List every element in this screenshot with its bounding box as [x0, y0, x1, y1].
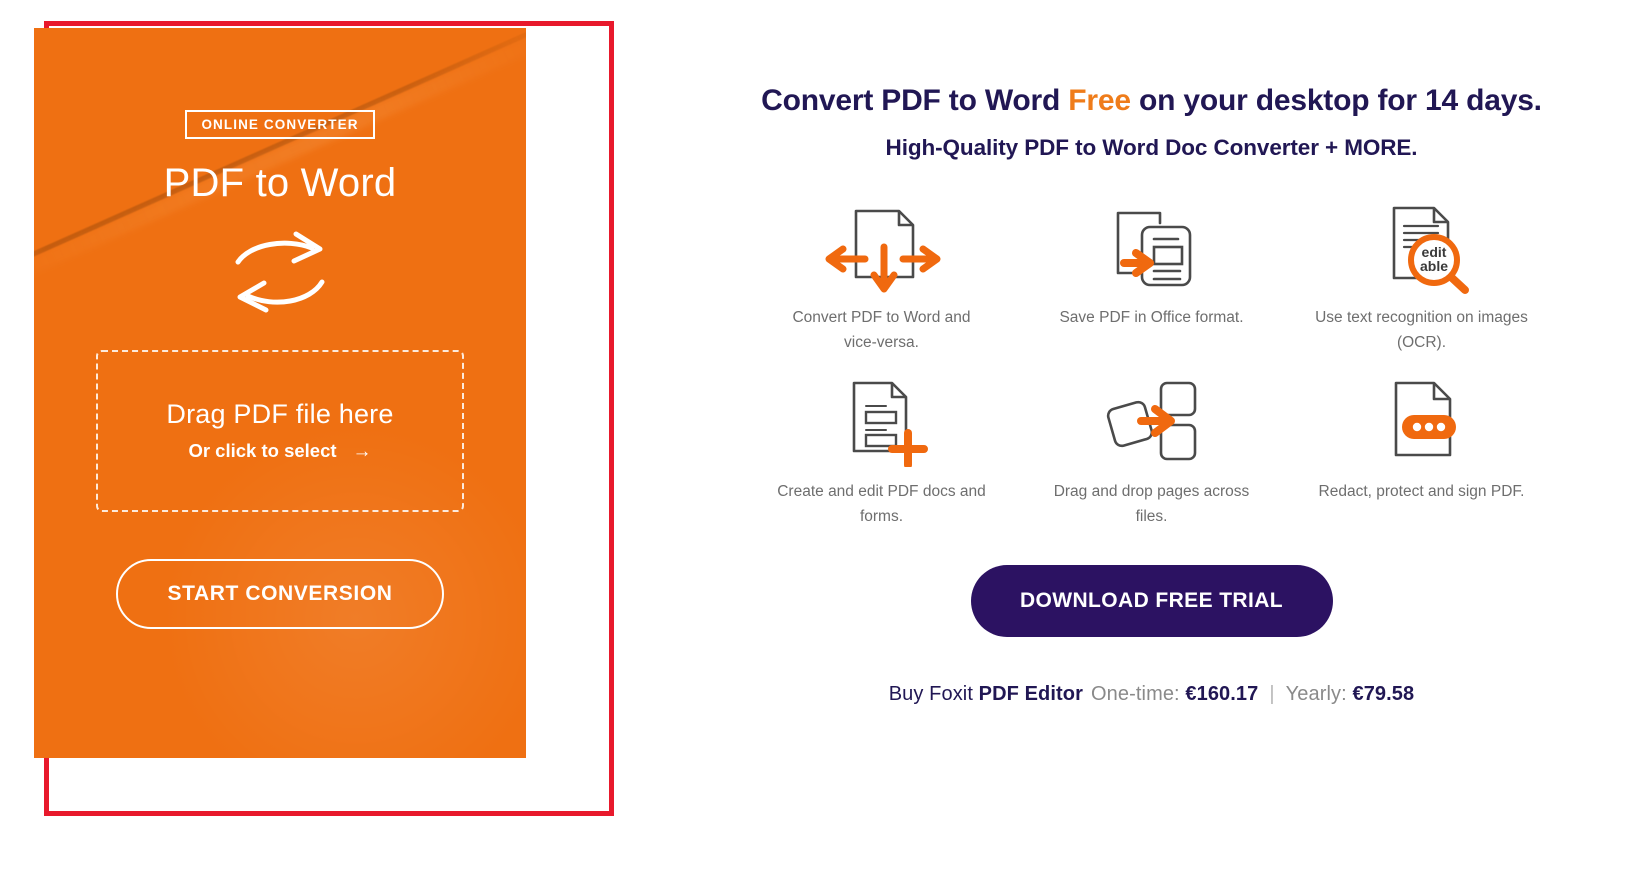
create-edit-pdf-plus-icon — [828, 373, 936, 469]
save-office-format-icon — [1098, 199, 1206, 295]
pricing-line: Buy Foxit PDF Editor One-time: €160.17 | Ye… — [660, 683, 1643, 706]
dropzone-select-label: Or click to select — [188, 440, 337, 461]
dropzone-select-link[interactable]: Or click to select → — [188, 440, 371, 462]
feature-caption: Save PDF in Office format. — [1059, 309, 1244, 326]
buy-label: Buy Foxit — [888, 683, 979, 706]
file-dropzone[interactable]: Drag PDF file here Or click to select → — [96, 349, 464, 512]
feature-item: edit able Use text recognition on images… — [1287, 199, 1557, 355]
pdf-to-word-arrows-icon — [823, 199, 941, 295]
headline-emphasis: Free — [1068, 84, 1131, 117]
feature-item: Create and edit PDF docs and forms. — [747, 373, 1017, 529]
feature-caption: Create and edit PDF docs and forms. — [777, 483, 986, 526]
headline-after: on your desktop for 14 days. — [1130, 84, 1542, 117]
dropzone-main-label: Drag PDF file here — [166, 399, 394, 429]
online-converter-badge: ONLINE CONVERTER — [185, 110, 375, 139]
feature-caption: Drag and drop pages across files. — [1053, 483, 1250, 526]
page-title: Convert PDF to Word Free on your desktop… — [660, 84, 1643, 118]
yearly-label: Yearly: — [1285, 683, 1347, 706]
product-name: PDF Editor — [978, 683, 1083, 706]
converter-column: ONLINE CONVERTER PDF to Word Drag PDF fi… — [0, 0, 660, 886]
arrow-right-icon: → — [352, 440, 372, 462]
feature-caption: Use text recognition on images (OCR). — [1315, 309, 1528, 352]
svg-text:able: able — [1419, 258, 1447, 274]
promo-column: Convert PDF to Word Free on your desktop… — [660, 0, 1643, 886]
yearly-price: €79.58 — [1352, 683, 1415, 706]
page-subtitle: High-Quality PDF to Word Doc Converter +… — [885, 135, 1418, 160]
feature-caption: Redact, protect and sign PDF. — [1318, 483, 1525, 501]
ocr-editable-magnifier-icon: edit able — [1368, 199, 1476, 295]
onetime-label: One-time: — [1091, 683, 1180, 706]
feature-item: Redact, protect and sign PDF. — [1287, 373, 1557, 529]
download-free-trial-button[interactable]: DOWNLOAD FREE TRIAL — [970, 565, 1333, 638]
onetime-price: €160.17 — [1185, 683, 1259, 706]
pricing-separator: | — [1269, 683, 1275, 706]
convert-swap-arrows-icon — [34, 226, 526, 318]
feature-grid: Convert PDF to Word and vice-versa. Save… — [747, 199, 1557, 529]
converter-card: ONLINE CONVERTER PDF to Word Drag PDF fi… — [34, 28, 526, 758]
redact-protect-sign-icon — [1370, 373, 1474, 469]
feature-item: Drag and drop pages across files. — [1017, 373, 1287, 529]
feature-item: Save PDF in Office format. — [1017, 199, 1287, 355]
converter-title: PDF to Word — [163, 160, 397, 205]
drag-drop-pages-icon — [1097, 373, 1207, 469]
headline-before: Convert PDF to Word — [761, 84, 1069, 117]
start-conversion-button[interactable]: START CONVERSION — [116, 558, 444, 629]
feature-item: Convert PDF to Word and vice-versa. — [747, 199, 1017, 355]
feature-caption: Convert PDF to Word and vice-versa. — [792, 309, 971, 352]
page-root: ONLINE CONVERTER PDF to Word Drag PDF fi… — [0, 0, 1643, 886]
